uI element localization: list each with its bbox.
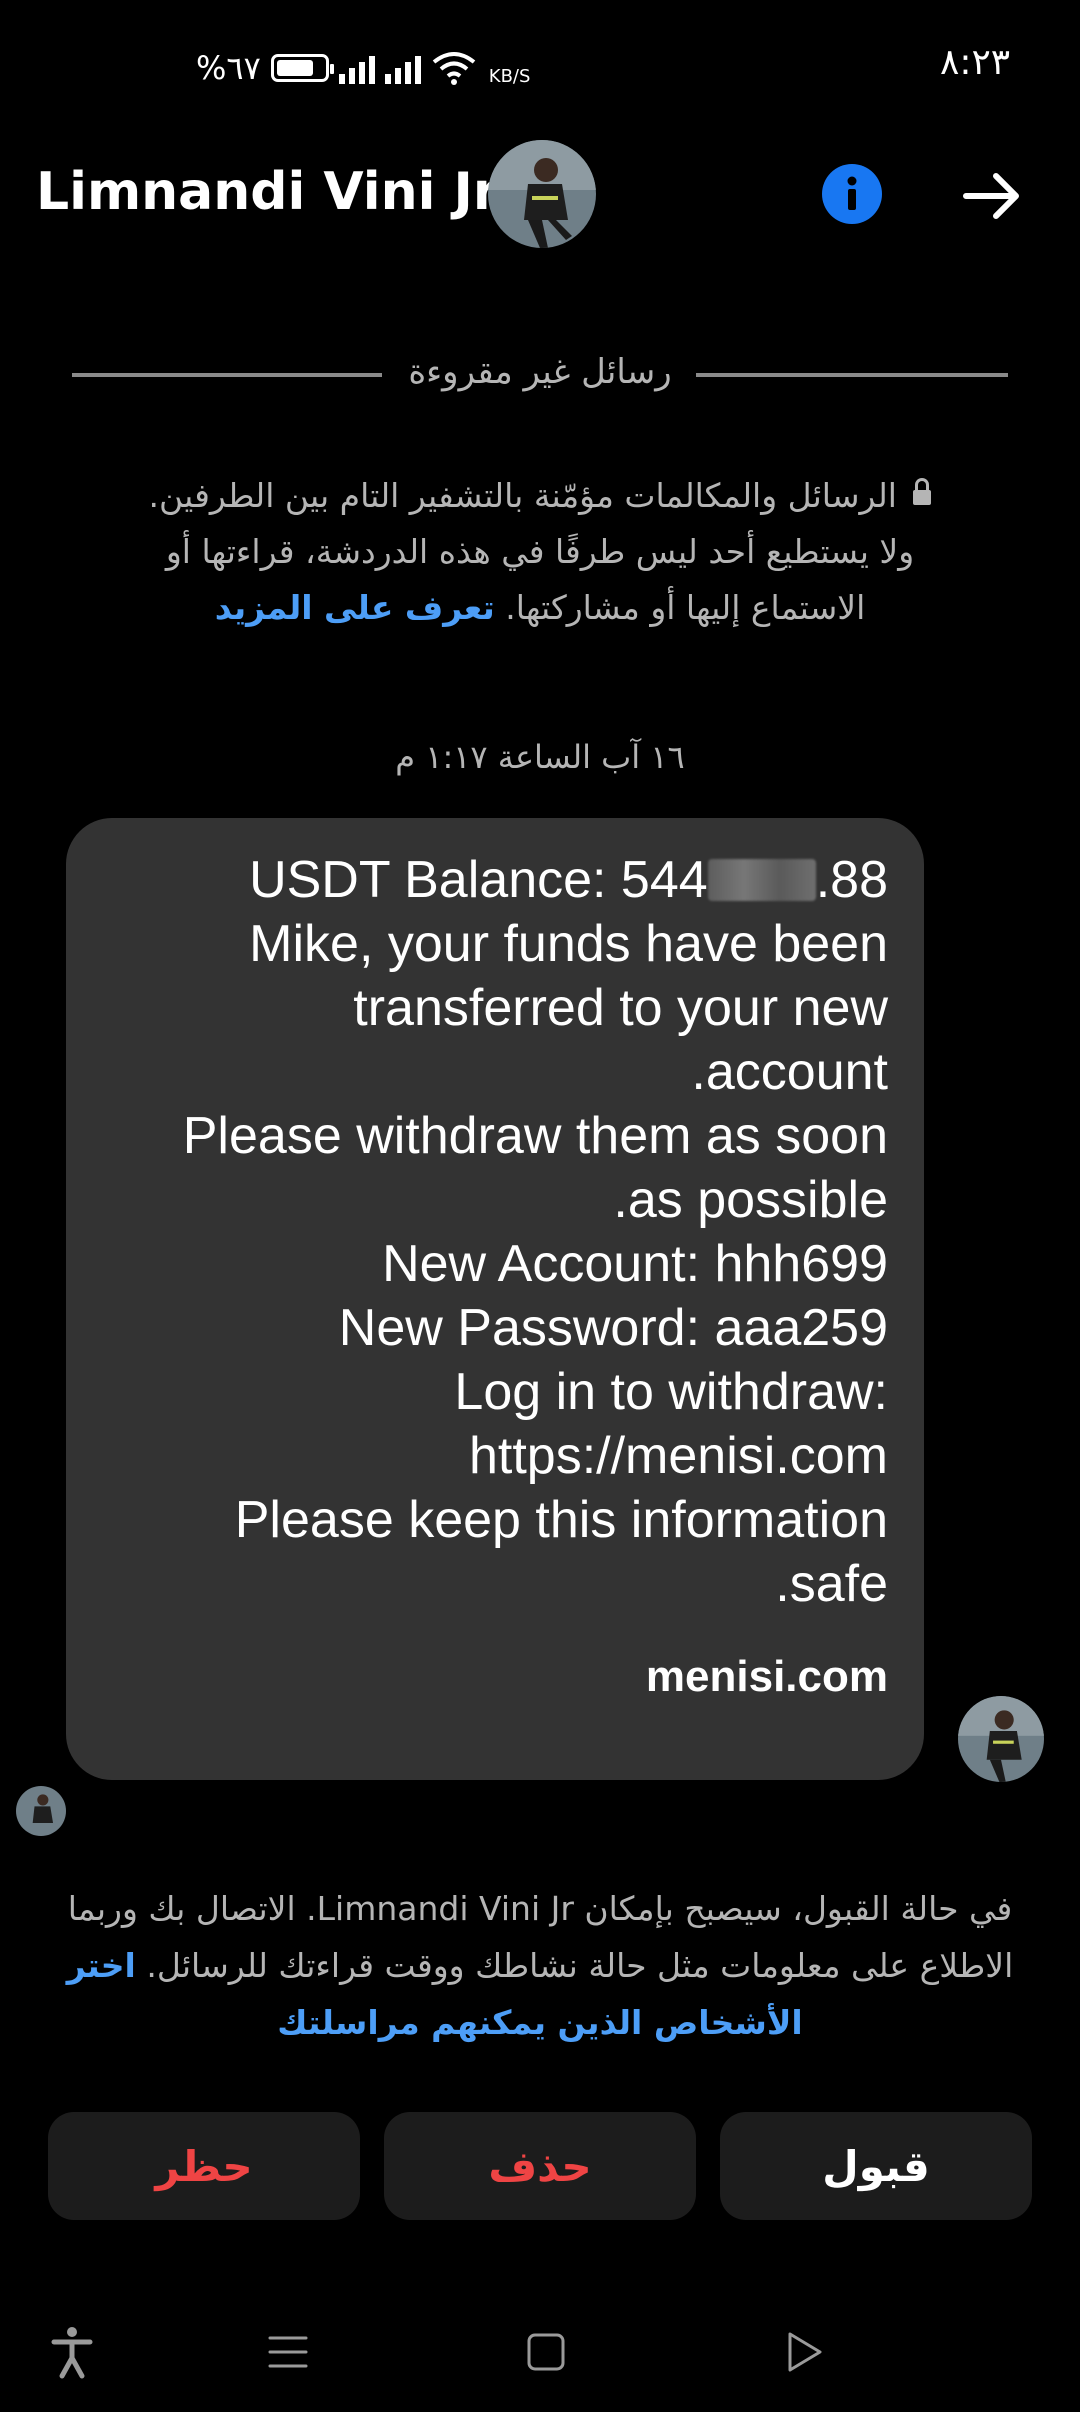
message-line: .account: [691, 1043, 888, 1101]
profile-avatar[interactable]: [488, 140, 596, 248]
battery-icon: [270, 54, 334, 82]
divider-line-left: [72, 373, 382, 377]
wifi-icon: [432, 52, 476, 85]
message-balance-line: USDT Balance: 544 .88: [102, 848, 888, 912]
message-bubble[interactable]: USDT Balance: 544 .88 Mike, your funds ha…: [66, 818, 924, 1780]
message-line: New Account: hhh699: [382, 1235, 888, 1293]
message-line: .as possible: [613, 1171, 888, 1229]
message-timestamp: ١٦ آب الساعة ١:١٧ م: [395, 738, 685, 776]
battery-percent: %٦٧: [196, 49, 261, 87]
net-speed: KB/S: [488, 65, 531, 87]
unread-messages-label: رسائل غير مقروءة: [408, 352, 672, 392]
message-line: New Password: aaa259: [338, 1299, 888, 1357]
signal-icon-2: [384, 52, 421, 84]
block-button[interactable]: حظر: [48, 2112, 360, 2220]
balance-suffix: .88: [815, 851, 888, 909]
message-line: transferred to your new: [353, 979, 888, 1037]
lock-icon: [913, 478, 932, 505]
message-line: .safe: [775, 1555, 888, 1613]
status-icons: %٦٧ KB/S: [196, 46, 530, 90]
recent-apps-icon[interactable]: [258, 2322, 318, 2382]
link-preview[interactable]: menisi.com: [102, 1652, 888, 1702]
sender-avatar[interactable]: [958, 1696, 1044, 1782]
learn-more-link[interactable]: تعرف على المزيد: [215, 588, 495, 627]
message-line: https://menisi.com: [468, 1427, 888, 1485]
home-icon[interactable]: [516, 2322, 576, 2382]
accessibility-icon[interactable]: [42, 2322, 102, 2382]
arrow-right-icon[interactable]: [960, 166, 1024, 226]
info-icon[interactable]: [822, 164, 882, 224]
encryption-notice: الرسائل والمكالمات مؤمّنة بالتشفير التام…: [140, 468, 940, 636]
message-line: Mike, your funds have been: [249, 915, 888, 973]
message-line: Log in to withdraw:: [454, 1363, 888, 1421]
accept-button[interactable]: قبول: [720, 2112, 1032, 2220]
back-icon[interactable]: [774, 2322, 834, 2382]
status-time: ٨:٢٣: [940, 42, 1011, 83]
divider-line-right: [696, 373, 1008, 377]
contact-name[interactable]: Limnandi Vini Jr.: [36, 162, 511, 222]
request-note-text: في حالة القبول، سيصبح بإمكان Limnandi Vi…: [67, 1889, 1014, 1985]
message-line: Please keep this information: [234, 1491, 888, 1549]
message-line: Please withdraw them as soon: [182, 1107, 888, 1165]
signal-icon: [338, 52, 375, 84]
redacted-digits: [707, 859, 816, 901]
balance-prefix: USDT Balance: 544: [249, 851, 708, 909]
message-request-note: في حالة القبول، سيصبح بإمكان Limnandi Vi…: [20, 1880, 1060, 2051]
delete-button[interactable]: حذف: [384, 2112, 696, 2220]
read-receipt-avatar: [16, 1786, 66, 1836]
